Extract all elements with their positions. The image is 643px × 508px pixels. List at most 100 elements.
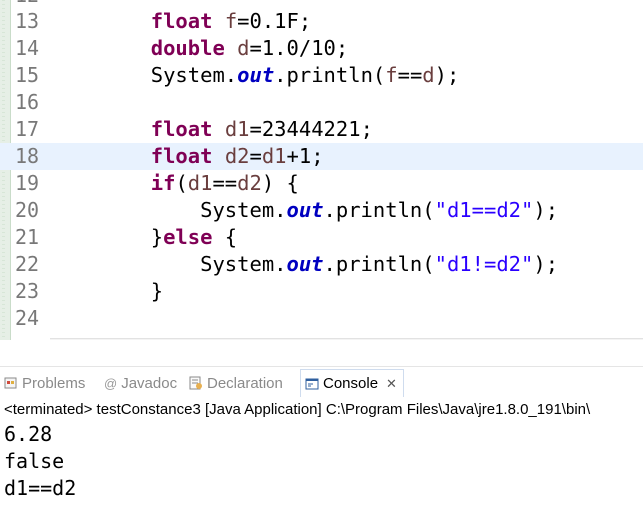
- code-token: out: [286, 198, 324, 222]
- code-text: if(d1==d2) {: [52, 170, 299, 197]
- code-token: );: [533, 252, 559, 276]
- line-number: 23: [15, 279, 40, 303]
- console-output-line: 6.28: [4, 422, 53, 446]
- editor-horizontal-scrollbar[interactable]: ‹: [50, 338, 643, 340]
- code-token: ) {: [261, 171, 299, 195]
- code-token: );: [533, 198, 559, 222]
- code-text: float d1=23444221;: [52, 116, 373, 143]
- code-token: f: [385, 63, 398, 87]
- tab-javadoc-label: Javadoc: [121, 374, 178, 392]
- line-number: 17: [15, 117, 40, 141]
- code-text: float d2=d1+1;: [52, 143, 324, 170]
- code-line[interactable]: 24: [0, 305, 643, 332]
- code-token: (: [175, 171, 188, 195]
- code-token: .println(: [323, 198, 435, 222]
- console-icon: [305, 377, 319, 391]
- code-token: out: [237, 63, 275, 87]
- code-token: +1;: [286, 144, 324, 168]
- line-number: 24: [15, 306, 40, 330]
- code-token: if: [150, 171, 176, 195]
- tab-declaration-label: Declaration: [207, 374, 283, 392]
- code-token: d1: [261, 144, 287, 168]
- code-token: =: [249, 144, 262, 168]
- code-text: System.out.println("d1!=d2");: [52, 251, 558, 278]
- code-line[interactable]: 15 System.out.println(f==d);: [0, 62, 643, 89]
- code-token: f: [224, 9, 238, 33]
- code-token: float: [150, 9, 213, 33]
- line-number: 15: [15, 63, 40, 87]
- code-token: );: [434, 63, 460, 87]
- code-token: {: [212, 225, 238, 249]
- code-token: ==: [397, 63, 423, 87]
- code-line[interactable]: 13 float f=0.1F;: [0, 8, 643, 35]
- tab-problems[interactable]: Problems: [4, 369, 85, 397]
- code-line[interactable]: 21 }else {: [0, 224, 643, 251]
- tab-javadoc[interactable]: @ Javadoc: [104, 369, 177, 397]
- code-line[interactable]: 19 if(d1==d2) {: [0, 170, 643, 197]
- code-text: }else {: [52, 224, 237, 251]
- code-token: else: [163, 225, 213, 249]
- code-editor[interactable]: 12 13 float f=0.1F;14 double d=1.0/10;15…: [0, 0, 643, 340]
- code-token: }: [52, 279, 164, 303]
- line-number: 16: [15, 90, 40, 114]
- code-token: }: [52, 225, 164, 249]
- problems-icon: [4, 376, 18, 390]
- code-token: float: [150, 144, 213, 168]
- code-text: float f=0.1F;: [52, 8, 311, 35]
- line-number: 22: [15, 252, 40, 276]
- tab-problems-label: Problems: [22, 374, 86, 392]
- code-token: d: [422, 63, 435, 87]
- line-number: 20: [15, 198, 40, 222]
- code-lines: 13 float f=0.1F; 14 double d=1.0/10; 15 Sy…: [0, 8, 643, 332]
- tab-console-label: Console: [323, 375, 379, 392]
- javadoc-at-icon: @: [104, 375, 118, 391]
- console-output[interactable]: 6.28 false d1==d2: [0, 421, 643, 502]
- code-token: System.: [52, 252, 287, 276]
- console-output-line: d1==d2: [4, 476, 77, 500]
- code-token: d2: [237, 171, 262, 195]
- code-line[interactable]: 23 }: [0, 278, 643, 305]
- code-token: ==: [212, 171, 238, 195]
- code-text: double d=1.0/10;: [52, 35, 349, 62]
- code-token: float: [150, 117, 213, 141]
- code-line[interactable]: 16: [0, 89, 643, 116]
- code-text: }: [52, 278, 163, 305]
- close-icon[interactable]: ✕: [386, 376, 397, 392]
- line-number: 19: [15, 171, 40, 195]
- code-line[interactable]: 14 double d=1.0/10;: [0, 35, 643, 62]
- tab-declaration[interactable]: Declaration: [189, 369, 283, 397]
- line-number: 21: [15, 225, 40, 249]
- code-token: =1.0/10;: [249, 36, 349, 60]
- code-line[interactable]: 22 System.out.println("d1!=d2");: [0, 251, 643, 278]
- code-token: System.: [52, 198, 287, 222]
- code-token: =23444221;: [249, 117, 373, 141]
- code-token: .println(: [323, 252, 435, 276]
- code-token: System.: [52, 63, 238, 87]
- code-line[interactable]: 20 System.out.println("d1==d2");: [0, 197, 643, 224]
- code-line-current[interactable]: 18 float d2=d1+1;: [0, 143, 643, 170]
- code-token: d: [237, 36, 250, 60]
- view-tab-bar: Problems @ Javadoc Declaration Console ✕: [0, 366, 643, 398]
- code-line[interactable]: 17 float d1=23444221;: [0, 116, 643, 143]
- tab-console[interactable]: Console ✕: [300, 369, 404, 397]
- code-text: System.out.println("d1==d2");: [52, 197, 558, 224]
- code-token: out: [286, 252, 324, 276]
- code-token: "d1!=d2": [434, 252, 534, 276]
- line-number: 13: [15, 9, 40, 33]
- code-token: d1: [224, 117, 250, 141]
- declaration-icon: [189, 376, 203, 390]
- code-token: "d1==d2": [434, 198, 534, 222]
- line-number: 14: [15, 36, 40, 60]
- console-output-line: false: [4, 449, 65, 473]
- code-token: d1: [187, 171, 213, 195]
- code-token: =0.1F;: [237, 9, 312, 33]
- code-text: System.out.println(f==d);: [52, 62, 460, 89]
